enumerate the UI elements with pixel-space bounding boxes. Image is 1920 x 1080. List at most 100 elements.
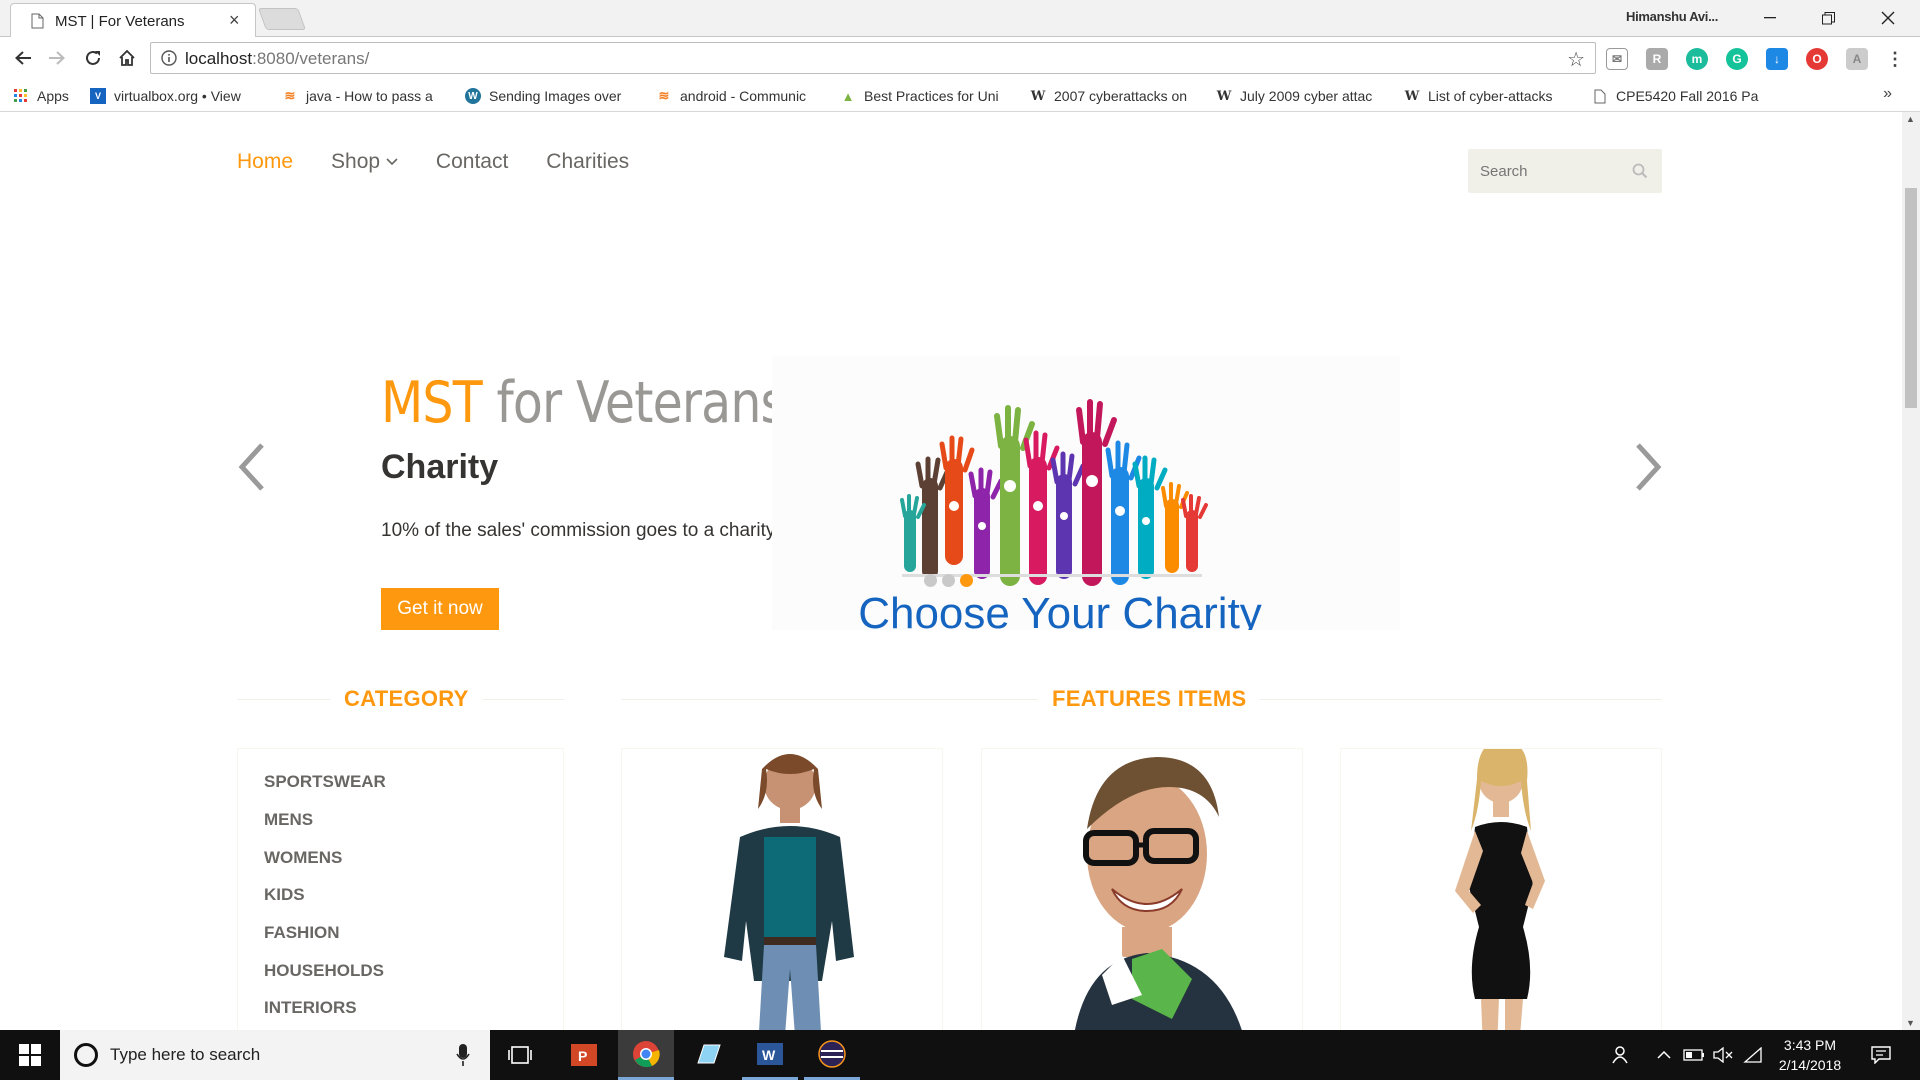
- bookmark-cpe5420[interactable]: CPE5420 Fall 2016 Pa: [1592, 86, 1762, 106]
- nav-charities[interactable]: Charities: [546, 150, 629, 174]
- nav-shop[interactable]: Shop: [331, 150, 398, 174]
- page-scrollbar[interactable]: ▲ ▼: [1902, 112, 1920, 1030]
- category-interiors[interactable]: INTERIORS: [264, 998, 357, 1018]
- category-fashion[interactable]: FASHION: [264, 923, 340, 943]
- scroll-thumb[interactable]: [1905, 188, 1917, 408]
- nav-home[interactable]: Home: [237, 150, 293, 174]
- tab-title: MST | For Veterans: [55, 13, 185, 30]
- product-card[interactable]: [621, 748, 943, 1030]
- opera-icon[interactable]: O: [1806, 48, 1828, 70]
- battery-icon[interactable]: [1680, 1030, 1708, 1080]
- powerpoint-icon[interactable]: P: [556, 1030, 612, 1080]
- system-clock[interactable]: 3:43 PM 2/14/2018: [1762, 1035, 1858, 1075]
- bookmark-sending-images[interactable]: W Sending Images over: [465, 86, 635, 106]
- bookmarks-overflow-icon[interactable]: »: [1883, 85, 1892, 103]
- windows-taskbar: Type here to search P W 3:43 PM 2/14/201…: [0, 1030, 1920, 1080]
- category-sportswear[interactable]: SPORTSWEAR: [264, 772, 386, 792]
- slider-prev-icon[interactable]: [234, 437, 270, 497]
- windows-start-icon[interactable]: [0, 1030, 60, 1080]
- wikipedia-icon: W: [1216, 88, 1232, 104]
- taskbar-search[interactable]: Type here to search: [60, 1030, 490, 1080]
- category-households[interactable]: HOUSEHOLDS: [264, 961, 384, 981]
- scroll-down-icon[interactable]: ▼: [1906, 1018, 1915, 1028]
- slider-dot-1[interactable]: [924, 574, 937, 587]
- nav-contact[interactable]: Contact: [436, 150, 508, 174]
- restore-icon[interactable]: [1808, 4, 1848, 32]
- category-kids[interactable]: KIDS: [264, 885, 305, 905]
- slider-dots: [924, 574, 973, 587]
- site-search-box: [1468, 149, 1662, 193]
- taskbar-search-placeholder: Type here to search: [110, 1045, 261, 1064]
- clock-time: 3:43 PM: [1783, 1037, 1837, 1053]
- get-it-now-button[interactable]: Get it now: [381, 588, 499, 630]
- word-icon[interactable]: W: [742, 1030, 798, 1080]
- tab-close-icon[interactable]: ×: [229, 10, 240, 31]
- slide-title: MST for Veterans: [381, 370, 786, 436]
- svg-text:W: W: [762, 1047, 776, 1063]
- microphone-icon[interactable]: [456, 1044, 470, 1066]
- bookmark-2007-cyberattacks[interactable]: W 2007 cyberattacks on: [1030, 86, 1200, 106]
- browser-tab[interactable]: MST | For Veterans ×: [10, 3, 256, 37]
- slider-next-icon[interactable]: [1630, 437, 1666, 497]
- pdf-extension-icon[interactable]: A: [1846, 48, 1868, 70]
- forward-icon[interactable]: [44, 45, 70, 71]
- profile-name[interactable]: Himanshu Avi...: [1626, 9, 1718, 24]
- notepad-icon[interactable]: [680, 1030, 736, 1080]
- bookmark-star-icon[interactable]: ☆: [1567, 47, 1585, 72]
- product-image-woman-casual: [724, 754, 854, 1030]
- wikipedia-icon: W: [1030, 88, 1046, 104]
- bookmark-apps[interactable]: Apps: [13, 86, 81, 106]
- page-icon: [31, 13, 44, 29]
- wikipedia-icon: W: [1404, 88, 1420, 104]
- download-icon[interactable]: ↓: [1766, 48, 1788, 70]
- category-mens[interactable]: MENS: [264, 810, 313, 830]
- svg-text:P: P: [578, 1048, 587, 1064]
- stackoverflow-icon: ≋: [284, 88, 296, 103]
- bookmark-android[interactable]: ≋ android - Communic: [656, 86, 826, 106]
- scroll-up-icon[interactable]: ▲: [1906, 114, 1915, 124]
- search-icon[interactable]: [1632, 163, 1648, 179]
- grammarly-icon[interactable]: G: [1726, 48, 1748, 70]
- product-card[interactable]: [981, 748, 1303, 1030]
- bookmark-java[interactable]: ≋ java - How to pass a: [282, 86, 450, 106]
- back-icon[interactable]: [10, 45, 36, 71]
- slide-description: 10% of the sales' commission goes to a c…: [381, 520, 776, 541]
- home-icon[interactable]: [114, 45, 140, 71]
- android-icon: ▲: [841, 88, 855, 104]
- bookmarks-bar: Apps V virtualbox.org • View ≋ java - Ho…: [0, 79, 1920, 112]
- new-tab-button[interactable]: [257, 8, 307, 30]
- people-icon[interactable]: [1606, 1030, 1636, 1080]
- info-icon[interactable]: [161, 50, 177, 66]
- chevron-up-icon[interactable]: [1652, 1030, 1676, 1080]
- extension-r-icon[interactable]: R: [1646, 48, 1668, 70]
- minimize-icon[interactable]: [1750, 4, 1790, 32]
- browser-toolbar: localhost:8080/veterans/ ☆ ✉ R m G ↓ O A…: [0, 37, 1920, 79]
- bookmark-virtualbox[interactable]: V virtualbox.org • View: [90, 86, 260, 106]
- product-image-man-glasses: [1075, 757, 1242, 1030]
- task-view-icon[interactable]: [492, 1030, 548, 1080]
- action-center-icon[interactable]: [1866, 1030, 1896, 1080]
- address-bar[interactable]: localhost:8080/veterans/ ☆: [150, 42, 1596, 74]
- product-image-woman-dress: [1455, 749, 1545, 1030]
- slider-dot-3[interactable]: [960, 574, 973, 587]
- choose-your-charity-image: Choose Your Charity: [772, 356, 1400, 630]
- slider-dot-2[interactable]: [942, 574, 955, 587]
- close-window-icon[interactable]: [1868, 4, 1908, 32]
- menu-dots-icon[interactable]: ⋮: [1884, 48, 1906, 70]
- category-womens[interactable]: WOMENS: [264, 848, 342, 868]
- chevron-down-icon: [386, 158, 398, 166]
- chrome-icon[interactable]: [618, 1030, 674, 1080]
- page-viewport: Home Shop Contact Charities MST for Vete…: [0, 112, 1902, 1030]
- document-icon: [1592, 88, 1608, 104]
- extension-m-icon[interactable]: m: [1686, 48, 1708, 70]
- bookmark-best-practices[interactable]: ▲ Best Practices for Uni: [840, 86, 1015, 106]
- reload-icon[interactable]: [80, 45, 106, 71]
- product-card[interactable]: [1340, 748, 1662, 1030]
- extension-inbox-icon[interactable]: ✉: [1606, 48, 1628, 70]
- url-text[interactable]: localhost:8080/veterans/: [185, 49, 369, 69]
- volume-muted-icon[interactable]: [1710, 1030, 1736, 1080]
- bookmark-july-2009[interactable]: W July 2009 cyber attac: [1216, 86, 1388, 106]
- category-heading: CATEGORY: [330, 686, 483, 712]
- eclipse-icon[interactable]: [804, 1030, 860, 1080]
- bookmark-list-of-cyberattacks[interactable]: W List of cyber-attacks: [1404, 86, 1574, 106]
